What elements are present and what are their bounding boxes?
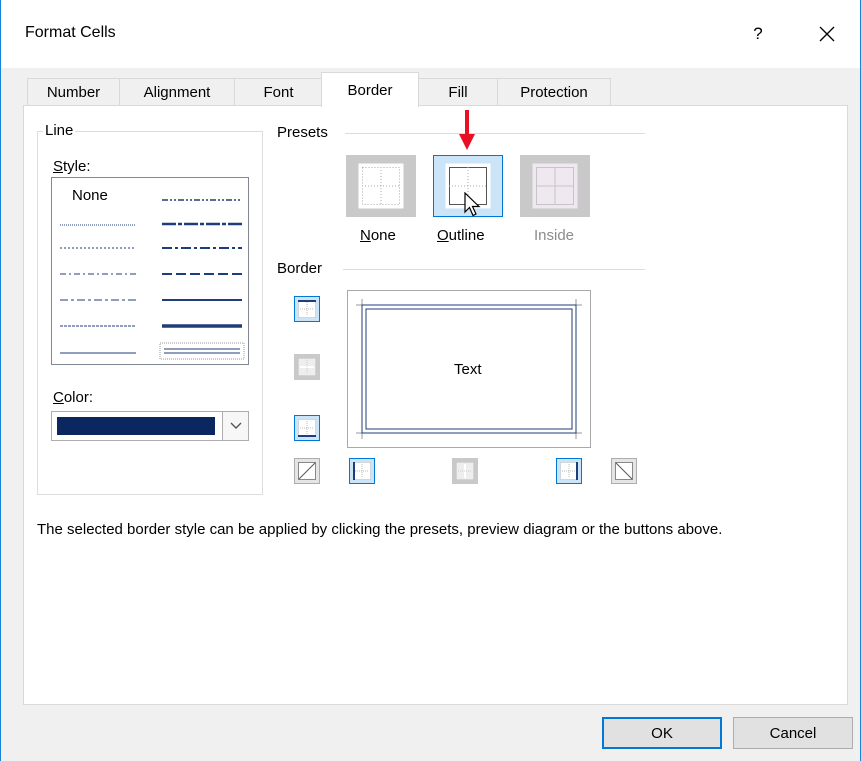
border-diagonal-up-button[interactable] <box>294 458 320 484</box>
cancel-button[interactable]: Cancel <box>733 717 853 749</box>
preset-none-button[interactable] <box>346 155 416 217</box>
tab-label: Alignment <box>143 84 211 101</box>
tab-alignment[interactable]: Alignment <box>119 78 235 106</box>
tab-border[interactable]: Border <box>321 72 419 107</box>
ok-button[interactable]: OK <box>602 717 722 749</box>
border-rule <box>343 269 645 270</box>
mouse-cursor-icon <box>464 192 481 217</box>
tab-protection[interactable]: Protection <box>497 78 611 106</box>
preset-none-icon <box>358 163 404 209</box>
style-label: Style: <box>51 158 93 175</box>
dropdown-arrow-button[interactable] <box>222 412 248 440</box>
border-bottom-button[interactable] <box>294 415 320 441</box>
preset-outline-label: Outline <box>437 227 485 244</box>
preset-inside-icon <box>532 163 578 209</box>
close-icon <box>819 26 835 42</box>
preset-none-label: None <box>360 227 396 244</box>
line-style-samples <box>60 199 245 360</box>
border-right-button[interactable] <box>556 458 582 484</box>
preset-inside-label: Inside <box>534 227 575 244</box>
line-group-title: Line <box>43 122 76 139</box>
color-dropdown[interactable] <box>51 411 249 441</box>
border-diagonal-down-button[interactable] <box>611 458 637 484</box>
border-inside-vertical-icon <box>456 462 474 480</box>
border-inside-horizontal-icon <box>298 358 316 376</box>
help-button[interactable]: ? <box>736 14 780 54</box>
color-label: Color: <box>51 389 96 406</box>
tab-label: Fill <box>448 84 468 101</box>
title-bar: Format Cells ? <box>1 0 860 68</box>
chevron-down-icon <box>230 422 241 429</box>
border-middle-vertical-button[interactable] <box>452 458 478 484</box>
line-style-list[interactable]: None <box>51 177 249 365</box>
border-top-icon <box>298 300 316 318</box>
tab-label: Number <box>46 84 101 101</box>
diagonal-down-icon <box>615 462 633 480</box>
format-cells-dialog: Format Cells ? Number Alignment Font Bor… <box>0 0 861 761</box>
presets-rule <box>345 133 645 134</box>
border-top-button[interactable] <box>294 296 320 322</box>
border-left-button[interactable] <box>349 458 375 484</box>
dialog-title: Format Cells <box>25 24 116 41</box>
tab-number[interactable]: Number <box>27 78 120 106</box>
ok-label: OK <box>651 724 673 742</box>
border-left-icon <box>353 462 371 480</box>
border-bottom-icon <box>298 419 316 437</box>
border-preview[interactable]: Text <box>347 290 591 448</box>
border-middle-horizontal-button[interactable] <box>294 354 320 380</box>
color-swatch <box>57 417 215 435</box>
tab-fill[interactable]: Fill <box>418 78 498 106</box>
border-title: Border <box>275 260 325 277</box>
tab-label: Protection <box>520 84 588 101</box>
cancel-label: Cancel <box>769 724 817 742</box>
tab-font[interactable]: Font <box>234 78 323 106</box>
close-button[interactable] <box>805 14 849 54</box>
preview-text: Text <box>454 361 482 378</box>
diagonal-up-icon <box>298 462 316 480</box>
tab-label: Border <box>347 81 393 99</box>
tab-label: Font <box>263 84 294 101</box>
help-label: ? <box>753 24 763 43</box>
help-message: The selected border style can be applied… <box>37 521 723 538</box>
preset-inside-button[interactable] <box>520 155 590 217</box>
presets-title: Presets <box>275 124 330 141</box>
red-arrow-icon <box>459 110 475 150</box>
border-right-icon <box>560 462 578 480</box>
